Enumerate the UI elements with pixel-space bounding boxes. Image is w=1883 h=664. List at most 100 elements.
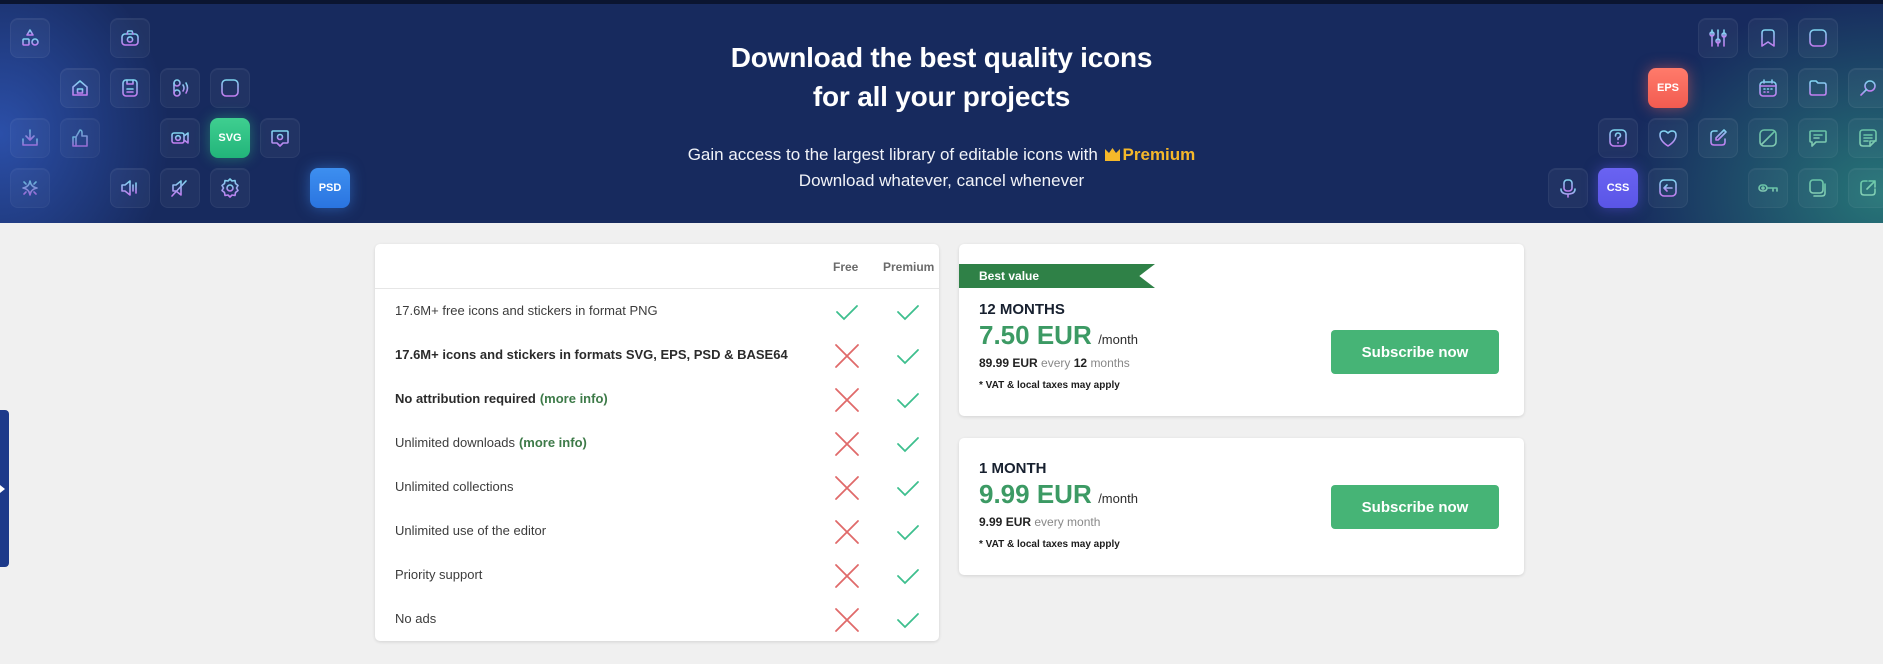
check-icon (897, 481, 919, 497)
check-icon (897, 437, 919, 453)
feature-row: No ads (375, 597, 939, 641)
billing-unit: months (1090, 356, 1130, 370)
feature-label: Priority support (395, 567, 482, 582)
feature-label: No attribution required (more info) (395, 391, 608, 406)
feature-text: 17.6M+ icons and stickers in formats SVG… (395, 347, 788, 362)
premium-availability (895, 475, 921, 501)
free-availability (834, 343, 860, 369)
cross-icon (835, 388, 859, 412)
column-header-premium: Premium (883, 260, 935, 274)
premium-availability (895, 431, 921, 457)
best-value-badge: Best value (959, 264, 1155, 288)
price-amount: 7.50 EUR (979, 320, 1092, 350)
billing-amount: 9.99 EUR (979, 515, 1032, 529)
features-table-header: Free Premium (375, 244, 939, 289)
free-availability (834, 519, 860, 545)
premium-availability (895, 607, 921, 633)
hero-text: Download the best quality icons for all … (0, 38, 1883, 193)
cross-icon (835, 476, 859, 500)
free-availability (834, 299, 860, 325)
billing-count: 12 (1073, 356, 1088, 370)
free-availability (834, 387, 860, 413)
hero-title: Download the best quality icons for all … (0, 38, 1883, 116)
billing-summary: 89.99 EUR every 12 months (979, 356, 1138, 371)
plan-info: 12 MONTHS 7.50 EUR /month 89.99 EUR ever… (979, 301, 1138, 391)
feature-row: Unlimited collections (375, 465, 939, 509)
feature-label: Unlimited use of the editor (395, 523, 546, 538)
plan-price: 7.50 EUR /month (979, 321, 1138, 354)
plan-card-12-months: Best value 12 MONTHS 7.50 EUR /month 89.… (959, 244, 1524, 416)
feature-text: Unlimited downloads (395, 435, 515, 450)
check-icon (897, 525, 919, 541)
plan-period: 1 MONTH (979, 460, 1047, 477)
feature-text: 17.6M+ free icons and stickers in format… (395, 303, 658, 318)
column-header-free: Free (833, 260, 859, 274)
feature-text: Unlimited collections (395, 479, 514, 494)
vat-note: * VAT & local taxes may apply (979, 539, 1120, 550)
check-icon (897, 393, 919, 409)
check-icon (897, 569, 919, 585)
subscribe-12-months-button[interactable]: Subscribe now (1331, 330, 1499, 374)
billing-text: every month (1034, 515, 1101, 529)
premium-availability (895, 519, 921, 545)
cross-icon (835, 564, 859, 588)
price-unit: /month (1098, 491, 1138, 506)
check-icon (897, 349, 919, 365)
premium-availability (895, 343, 921, 369)
features-table-body: 17.6M+ free icons and stickers in format… (375, 289, 939, 641)
plan-price: 9.99 EUR /month (979, 480, 1138, 513)
cross-icon (835, 344, 859, 368)
billing-summary: 9.99 EUR every month (979, 515, 1138, 530)
cross-icon (835, 432, 859, 456)
side-panel-toggle[interactable] (0, 410, 9, 567)
free-availability (834, 607, 860, 633)
hero-title-line2: for all your projects (812, 81, 1071, 112)
features-comparison-table: Free Premium 17.6M+ free icons and stick… (375, 244, 939, 641)
check-icon (897, 305, 919, 321)
feature-label: 17.6M+ icons and stickers in formats SVG… (395, 347, 788, 362)
feature-row: 17.6M+ icons and stickers in formats SVG… (375, 333, 939, 377)
feature-row: Unlimited downloads (more info) (375, 421, 939, 465)
hero-subtitle: Gain access to the largest library of ed… (0, 142, 1883, 193)
feature-row: No attribution required (more info) (375, 377, 939, 421)
hero-subtitle-text: Gain access to the largest library of ed… (687, 145, 1098, 164)
crown-icon (1104, 143, 1120, 168)
premium-availability (895, 299, 921, 325)
feature-row: Priority support (375, 553, 939, 597)
price-amount: 9.99 EUR (979, 479, 1092, 509)
more-info-link[interactable]: (more info) (540, 391, 608, 406)
vat-note: * VAT & local taxes may apply (979, 380, 1120, 391)
feature-label: Unlimited downloads (more info) (395, 435, 587, 450)
feature-text: No attribution required (395, 391, 536, 406)
hero-banner: SVG PSD EPS CSS Download the best quality i… (0, 4, 1883, 223)
hero-subtitle-line1: Gain access to the largest library of ed… (0, 142, 1883, 168)
free-availability (834, 563, 860, 589)
feature-text: Unlimited use of the editor (395, 523, 547, 538)
chevron-right-icon (0, 485, 5, 493)
hero-title-line1: Download the best quality icons (730, 42, 1153, 73)
feature-row: Unlimited use of the editor (375, 509, 939, 553)
plan-info: 1 MONTH 9.99 EUR /month 9.99 EUR every m… (979, 460, 1138, 550)
free-availability (834, 475, 860, 501)
feature-label: Unlimited collections (395, 479, 514, 494)
premium-availability (895, 387, 921, 413)
subscribe-1-month-button[interactable]: Subscribe now (1331, 485, 1499, 529)
feature-text: Priority support (395, 567, 483, 582)
free-availability (834, 431, 860, 457)
more-info-link[interactable]: (more info) (519, 435, 587, 450)
check-icon (836, 305, 858, 321)
premium-availability (895, 563, 921, 589)
check-icon (897, 613, 919, 629)
feature-text: No ads (395, 611, 437, 626)
price-unit: /month (1098, 332, 1138, 347)
cross-icon (835, 520, 859, 544)
plan-card-1-month: 1 MONTH 9.99 EUR /month 9.99 EUR every m… (959, 438, 1524, 575)
premium-label: Premium (1122, 145, 1196, 164)
billing-every: every (1041, 356, 1071, 370)
cross-icon (835, 608, 859, 632)
feature-label: 17.6M+ free icons and stickers in format… (395, 303, 658, 318)
feature-row: 17.6M+ free icons and stickers in format… (375, 289, 939, 333)
billing-amount: 89.99 EUR (979, 356, 1038, 370)
hero-subtitle-line2: Download whatever, cancel whenever (798, 171, 1085, 190)
plan-period: 12 MONTHS (979, 301, 1065, 318)
